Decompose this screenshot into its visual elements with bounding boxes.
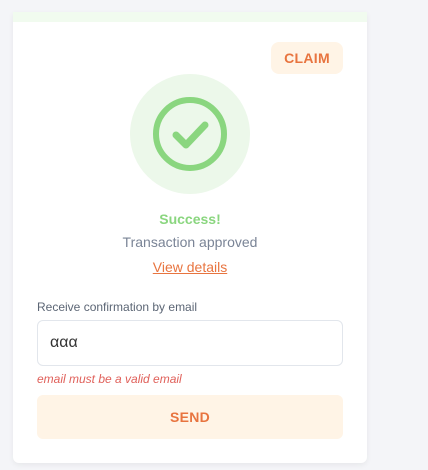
details-link-container: View details [13, 259, 367, 275]
success-badge [130, 74, 250, 194]
email-input[interactable] [37, 320, 343, 366]
email-label: Receive confirmation by email [37, 300, 198, 314]
transaction-card: CLAIM Success! Transaction approved View… [13, 12, 367, 463]
transaction-status-text: Transaction approved [122, 234, 258, 250]
view-details-link[interactable]: View details [153, 259, 227, 275]
success-title: Success! [159, 211, 221, 227]
claim-button[interactable]: CLAIM [271, 42, 343, 74]
email-error-message: email must be a valid email [37, 372, 182, 386]
check-circle-icon [153, 97, 227, 171]
send-button[interactable]: SEND [37, 395, 343, 439]
